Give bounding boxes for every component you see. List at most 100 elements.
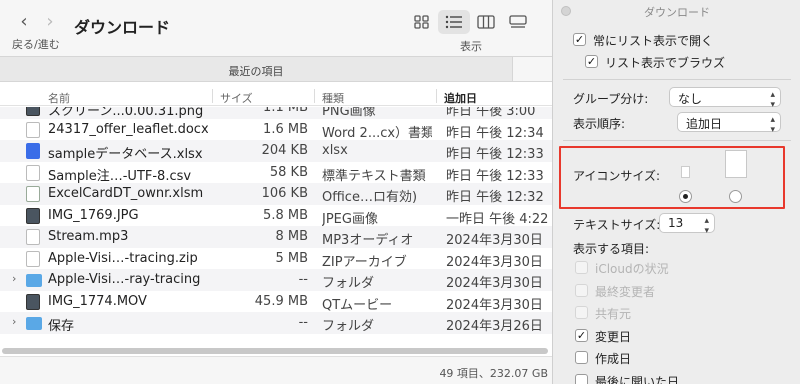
column-size[interactable]: サイズ bbox=[220, 90, 253, 106]
column-divider bbox=[212, 89, 213, 103]
file-size: 1.1 MB bbox=[263, 107, 308, 115]
always-list-label: 常にリスト表示で開く bbox=[593, 34, 714, 48]
chevron-updown-icon: ▴ ▾ bbox=[770, 90, 775, 110]
column-view-button[interactable] bbox=[470, 10, 502, 34]
horizontal-scrollbar[interactable] bbox=[0, 348, 552, 355]
file-row[interactable]: 24317_offer_leaflet.docx 1.6 MB Word 2...c… bbox=[0, 119, 552, 141]
column-date-added[interactable]: 追加日 bbox=[444, 90, 477, 106]
always-list-checkbox[interactable]: ✓ bbox=[573, 33, 586, 46]
status-bar: 49 項目、232.07 GB bbox=[0, 356, 552, 384]
column-kind[interactable]: 種類 bbox=[322, 90, 344, 106]
back-button[interactable]: ‹ bbox=[14, 12, 34, 32]
view-label: 表示 bbox=[460, 40, 482, 53]
file-name: Stream.mp3 bbox=[48, 229, 129, 244]
show-column-checkbox[interactable] bbox=[575, 351, 588, 364]
group-by-label: グループ分け: bbox=[573, 92, 649, 106]
sort-by-select[interactable]: 追加日 ▴ ▾ bbox=[677, 112, 781, 135]
file-date-added: 昨日 午後 12:33 bbox=[446, 147, 544, 162]
file-name: 保存 bbox=[48, 319, 75, 334]
show-column-label: 変更日 bbox=[595, 329, 632, 344]
tab-recents[interactable]: 最近の項目 bbox=[0, 63, 512, 79]
word-doc-icon bbox=[26, 121, 40, 138]
show-column-label: 共有元 bbox=[595, 307, 632, 321]
icon-size-small-radio[interactable] bbox=[679, 190, 692, 203]
icon-size-large-radio[interactable] bbox=[729, 190, 742, 203]
status-text: 49 項目、232.07 GB bbox=[439, 367, 548, 380]
folder-icon bbox=[26, 274, 42, 287]
movie-file-icon bbox=[26, 293, 40, 310]
file-row[interactable]: sampleデータベース.xlsx 204 KB xlsx 昨日 午後 12:33 bbox=[0, 140, 552, 162]
zip-file-icon bbox=[26, 250, 40, 267]
tab-bar: 最近の項目 bbox=[0, 56, 552, 82]
sort-by-value: 追加日 bbox=[686, 117, 723, 131]
divider bbox=[563, 79, 791, 80]
file-date-added: 2024年3月26日 bbox=[446, 319, 543, 334]
file-kind: ZIPアーカイブ bbox=[322, 254, 407, 270]
file-kind: 標準テキスト書類 bbox=[322, 168, 426, 184]
show-column-label: iCloudの状況 bbox=[595, 262, 669, 276]
show-column-checkbox[interactable] bbox=[575, 373, 588, 384]
columns-icon bbox=[477, 15, 495, 29]
grid-icon bbox=[414, 15, 429, 29]
browse-list-checkbox[interactable]: ✓ bbox=[585, 55, 598, 68]
disclosure-chevron-icon[interactable]: › bbox=[12, 272, 16, 285]
audio-file-icon bbox=[26, 229, 40, 245]
view-mode-group bbox=[406, 10, 534, 34]
show-column-checkbox bbox=[575, 306, 588, 319]
file-kind: PNG画像 bbox=[322, 107, 376, 119]
file-row[interactable]: › 保存 -- フォルダ 2024年3月26日 bbox=[0, 312, 552, 334]
file-name: Apple-Visi…-tracing.zip bbox=[48, 250, 198, 266]
file-name: IMG_1769.JPG bbox=[48, 207, 139, 223]
file-kind: Office…ロ有効) bbox=[322, 190, 418, 205]
nav-label: 戻る/進む bbox=[12, 38, 60, 51]
forward-button[interactable]: › bbox=[40, 12, 60, 32]
file-row[interactable]: Stream.mp3 8 MB MP3オーディオ 2024年3月30日 bbox=[0, 226, 552, 248]
file-date-added: 2024年3月30日 bbox=[446, 276, 543, 291]
file-row[interactable]: IMG_1769.JPG 5.8 MB JPEG画像 一昨日 午後 4:22 bbox=[0, 205, 552, 227]
show-column-checkbox[interactable]: ✓ bbox=[575, 328, 588, 342]
small-document-icon bbox=[681, 166, 690, 178]
file-date-added: 昨日 午後 12:34 bbox=[446, 125, 544, 141]
text-size-label: テキストサイズ: bbox=[573, 218, 661, 232]
text-size-value: 13 bbox=[668, 216, 684, 230]
image-file-icon bbox=[26, 207, 40, 224]
file-date-added: 一昨日 午後 4:22 bbox=[446, 211, 549, 227]
spreadsheet-icon bbox=[26, 143, 40, 159]
icon-view-button[interactable] bbox=[406, 10, 438, 34]
toolbar: ‹ › 戻る/進む ダウンロード 表示 bbox=[0, 0, 552, 56]
gallery-view-button[interactable] bbox=[502, 10, 534, 34]
file-size: 45.9 MB bbox=[254, 293, 308, 309]
file-row[interactable]: Apple-Visi…-tracing.zip 5 MB ZIPアーカイブ 2024年… bbox=[0, 248, 552, 270]
file-row[interactable]: スクリーン...0.00.31.png 1.1 MB PNG画像 昨日 午後 3:00 bbox=[0, 107, 552, 119]
list-view-button[interactable] bbox=[438, 10, 470, 34]
file-kind: xlsx bbox=[322, 143, 348, 158]
file-row[interactable]: › Apple-Visi…-ray-tracing -- フォルダ 2024年3月30日 bbox=[0, 269, 552, 291]
file-row[interactable]: ExcelCardDT_ownr.xlsm 106 KB Office…ロ有効) 昨日… bbox=[0, 183, 552, 205]
panel-title: ダウンロード bbox=[644, 6, 710, 19]
text-size-select[interactable]: 13 ▴ ▾ bbox=[659, 213, 715, 236]
disclosure-chevron-icon[interactable]: › bbox=[12, 315, 16, 328]
file-row[interactable]: Sample注…-UTF-8.csv 58 KB 標準テキスト書類 昨日 午後 12:… bbox=[0, 162, 552, 184]
column-divider bbox=[314, 89, 315, 103]
file-size: 5.8 MB bbox=[263, 207, 308, 223]
scrollbar-thumb[interactable] bbox=[2, 348, 548, 354]
gallery-icon bbox=[509, 15, 527, 28]
file-date-added: 2024年3月30日 bbox=[446, 233, 543, 248]
file-size: 5 MB bbox=[275, 250, 308, 266]
column-header: 名前 サイズ 種類 追加日 bbox=[0, 86, 552, 106]
file-size: 204 KB bbox=[261, 143, 308, 158]
file-kind: JPEG画像 bbox=[322, 211, 378, 227]
group-by-select[interactable]: なし ▴ ▾ bbox=[669, 87, 781, 110]
file-name: ExcelCardDT_ownr.xlsm bbox=[48, 186, 204, 201]
show-column-label: 最後に開いた日 bbox=[595, 374, 680, 384]
file-size: 1.6 MB bbox=[263, 121, 308, 137]
column-name[interactable]: 名前 bbox=[48, 90, 70, 106]
show-column-checkbox bbox=[575, 283, 588, 297]
file-kind: フォルダ bbox=[322, 319, 375, 334]
file-date-added: 2024年3月30日 bbox=[446, 254, 543, 270]
file-name: 24317_offer_leaflet.docx bbox=[48, 121, 208, 137]
show-column-label: 最終変更者 bbox=[595, 284, 656, 299]
file-date-added: 昨日 午後 12:32 bbox=[446, 190, 544, 205]
file-row[interactable]: IMG_1774.MOV 45.9 MB QTムービー 2024年3月30日 bbox=[0, 291, 552, 313]
file-date-added: 昨日 午後 3:00 bbox=[446, 107, 536, 119]
